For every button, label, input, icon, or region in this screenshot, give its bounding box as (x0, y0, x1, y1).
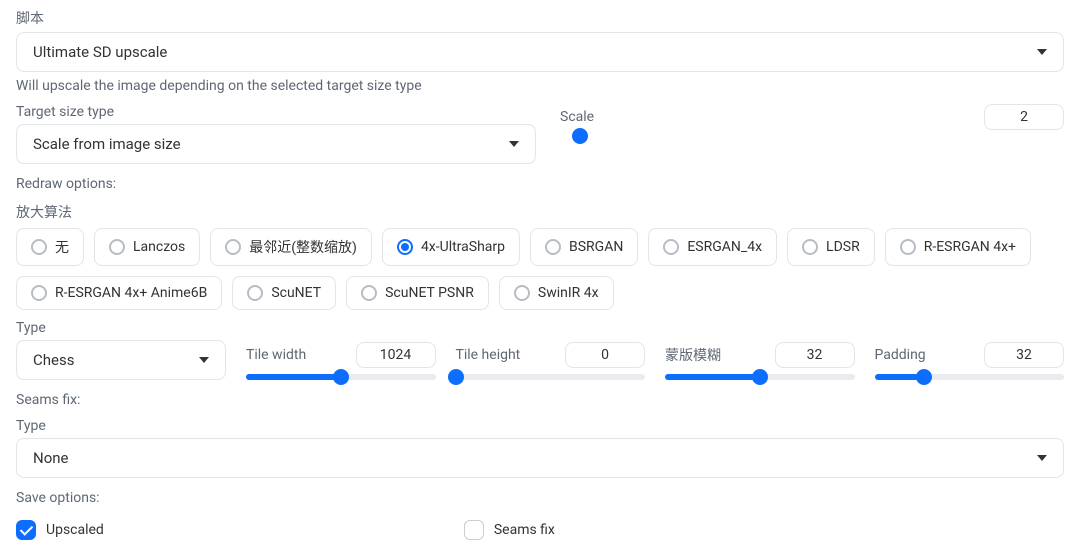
slider-thumb[interactable] (916, 369, 932, 385)
slider-thumb[interactable] (572, 128, 588, 144)
seams-fix-checkbox-label: Seams fix (494, 522, 555, 538)
upscaler-radio-option[interactable]: 最邻近(整数缩放) (210, 228, 372, 266)
radio-icon (31, 285, 47, 301)
slider-thumb[interactable] (448, 369, 464, 385)
script-helper: Will upscale the image depending on the … (16, 78, 1064, 94)
mask-blur-slider[interactable] (665, 374, 855, 380)
upscaler-radio-label: 无 (55, 237, 69, 257)
script-label: 脚本 (16, 8, 1064, 28)
radio-icon (514, 285, 530, 301)
type-value: Chess (33, 351, 74, 369)
type-dropdown[interactable]: Chess (16, 340, 226, 380)
target-size-value: Scale from image size (33, 135, 181, 153)
radio-icon (663, 239, 679, 255)
script-value: Ultimate SD upscale (33, 43, 167, 61)
upscaler-label: 放大算法 (16, 202, 1064, 222)
upscaler-radio-label: 4x-UltraSharp (421, 239, 505, 255)
seams-type-dropdown[interactable]: None (16, 438, 1064, 478)
radio-icon (31, 239, 47, 255)
tile-width-label: Tile width (246, 347, 306, 363)
slider-thumb[interactable] (752, 369, 768, 385)
type-label: Type (16, 320, 226, 336)
padding-slider[interactable] (875, 374, 1065, 380)
upscaler-radio-option[interactable]: 无 (16, 228, 84, 266)
seams-type-label: Type (16, 418, 1064, 434)
tile-height-value[interactable]: 0 (565, 342, 645, 368)
upscaler-radio-option[interactable]: 4x-UltraSharp (382, 228, 520, 266)
radio-icon (802, 239, 818, 255)
seams-type-value: None (33, 449, 69, 467)
target-size-label: Target size type (16, 104, 536, 120)
upscaler-radio-option[interactable]: SwinIR 4x (499, 276, 614, 310)
scale-label: Scale (560, 109, 594, 125)
scale-value[interactable]: 2 (984, 104, 1064, 130)
upscaler-radio-option[interactable]: LDSR (787, 228, 875, 266)
redraw-label: Redraw options: (16, 176, 1064, 192)
tile-width-value[interactable]: 1024 (356, 342, 436, 368)
tile-height-label: Tile height (456, 347, 521, 363)
upscaler-radio-label: R-ESRGAN 4x+ Anime6B (55, 285, 207, 301)
upscaler-radio-label: ScuNET PSNR (385, 285, 474, 301)
radio-icon (397, 239, 413, 255)
upscaler-radio-label: BSRGAN (569, 239, 623, 255)
checkbox-box (464, 520, 484, 540)
upscaler-radio-option[interactable]: BSRGAN (530, 228, 638, 266)
checkbox-box (16, 520, 36, 540)
upscaler-radio-option[interactable]: R-ESRGAN 4x+ Anime6B (16, 276, 222, 310)
upscaler-radio-label: ScuNET (271, 285, 321, 301)
upscaler-radio-label: 最邻近(整数缩放) (249, 237, 357, 257)
chevron-down-icon (199, 357, 209, 363)
padding-value[interactable]: 32 (984, 342, 1064, 368)
script-dropdown[interactable]: Ultimate SD upscale (16, 32, 1064, 72)
upscaler-radio-label: SwinIR 4x (538, 285, 599, 301)
padding-label: Padding (875, 347, 926, 363)
upscaled-checkbox[interactable]: Upscaled (16, 520, 104, 540)
upscaler-radio-label: Lanczos (133, 239, 185, 255)
radio-icon (545, 239, 561, 255)
upscaler-radio-label: R-ESRGAN 4x+ (924, 239, 1016, 255)
mask-blur-label: 蒙版模糊 (665, 345, 721, 365)
upscaler-radio-group: 无 Lanczos 最邻近(整数缩放) 4x-UltraSharp BSRGAN ESRG… (16, 228, 1064, 310)
upscaled-checkbox-label: Upscaled (46, 522, 104, 538)
radio-icon (900, 239, 916, 255)
radio-icon (247, 285, 263, 301)
chevron-down-icon (1037, 455, 1047, 461)
radio-icon (109, 239, 125, 255)
mask-blur-value[interactable]: 32 (775, 342, 855, 368)
save-options-label: Save options: (16, 490, 1064, 506)
upscaler-radio-option[interactable]: ScuNET PSNR (346, 276, 489, 310)
upscaler-radio-option[interactable]: ScuNET (232, 276, 336, 310)
seams-fix-checkbox[interactable]: Seams fix (464, 520, 555, 540)
upscaler-radio-label: ESRGAN_4x (687, 239, 762, 255)
chevron-down-icon (509, 141, 519, 147)
upscaler-radio-option[interactable]: Lanczos (94, 228, 200, 266)
radio-icon (361, 285, 377, 301)
upscaler-radio-label: LDSR (826, 239, 860, 255)
slider-thumb[interactable] (333, 369, 349, 385)
upscaler-radio-option[interactable]: ESRGAN_4x (648, 228, 777, 266)
chevron-down-icon (1037, 49, 1047, 55)
upscaler-radio-option[interactable]: R-ESRGAN 4x+ (885, 228, 1031, 266)
tile-width-slider[interactable] (246, 374, 436, 380)
seams-fix-label: Seams fix: (16, 392, 1064, 408)
tile-height-slider[interactable] (456, 374, 646, 380)
radio-icon (225, 239, 241, 255)
target-size-dropdown[interactable]: Scale from image size (16, 124, 536, 164)
